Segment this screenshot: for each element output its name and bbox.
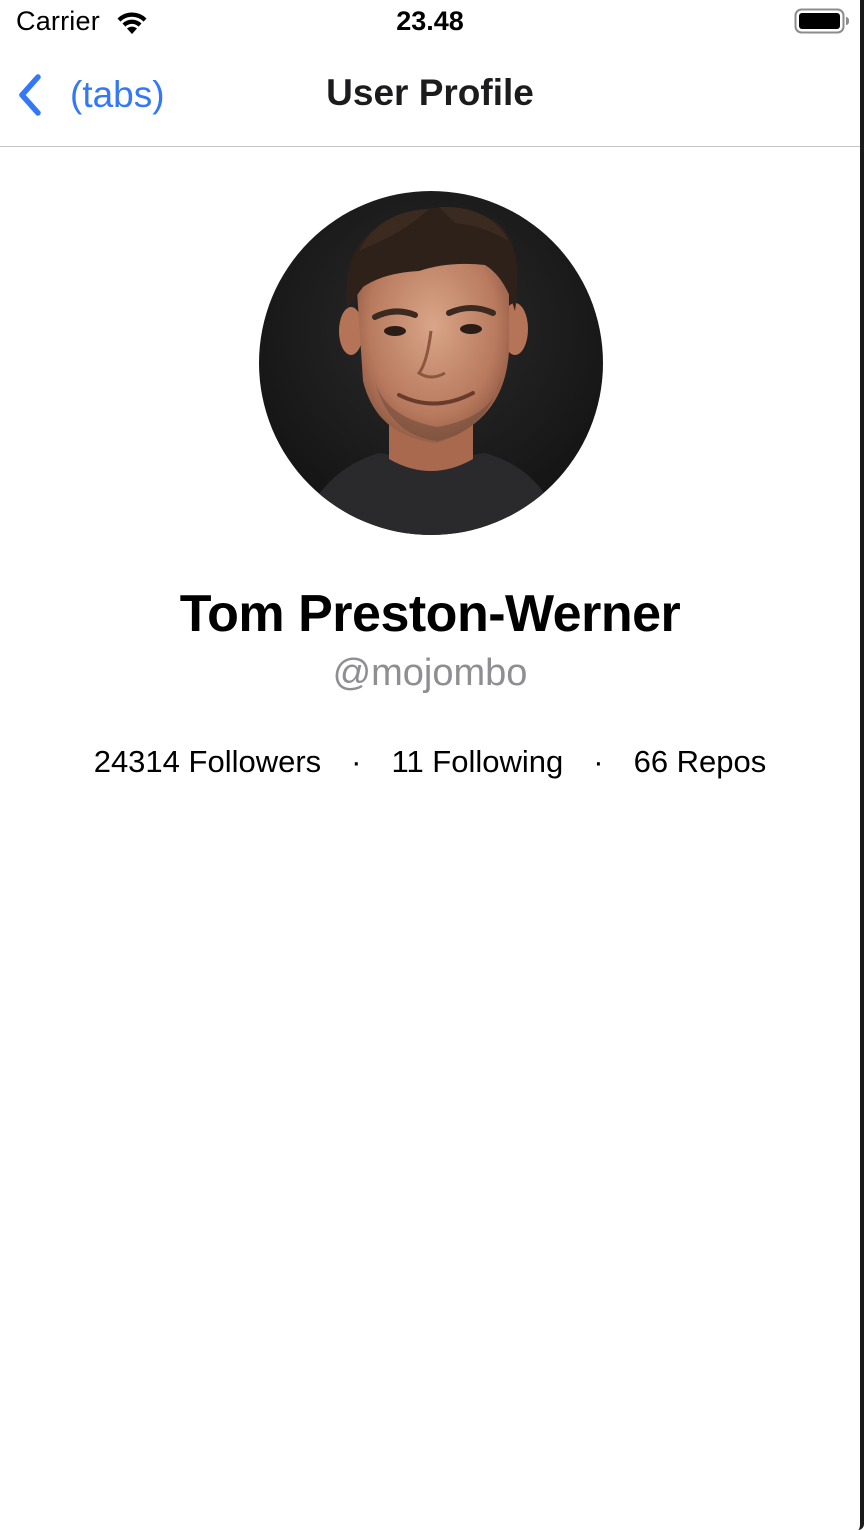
- following-count: 11 Following: [391, 744, 564, 779]
- followers-count: 24314 Followers: [93, 744, 322, 779]
- profile-handle: @mojombo: [332, 652, 528, 694]
- navigation-bar: (tabs) User Profile: [0, 44, 860, 147]
- app-screen: Carrier 23.48 (tabs) User Profile Tom Pr…: [0, 0, 864, 1530]
- battery-icon: [794, 8, 849, 34]
- avatar: [259, 191, 603, 535]
- stats-separator: ·: [351, 744, 362, 779]
- status-bar: Carrier 23.48: [0, 0, 860, 44]
- page-title: User Profile: [326, 72, 534, 113]
- status-time: 23.48: [396, 6, 464, 36]
- stats-separator: ·: [593, 744, 604, 779]
- avatar-photo: [259, 191, 603, 535]
- profile-stats: 24314 Followers · 11 Following · 66 Repo…: [0, 744, 860, 780]
- repos-count: 66 Repos: [633, 744, 767, 779]
- profile-name: Tom Preston-Werner: [179, 585, 681, 643]
